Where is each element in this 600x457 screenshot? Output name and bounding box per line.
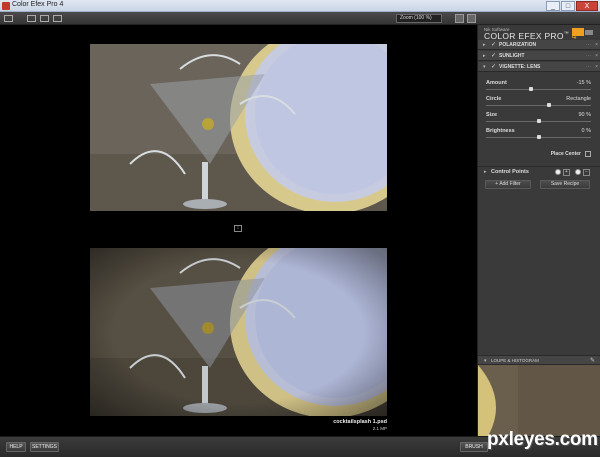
param-size: Size 90 % [478,112,600,128]
maximize-button[interactable]: □ [561,1,575,11]
add-filter-button[interactable]: + Add Filter [485,180,531,189]
filter-remove-icon[interactable]: × [595,64,598,70]
chevron-down-icon[interactable]: ▾ [483,64,486,70]
preview-image-before [90,44,387,211]
compare-swap-icon[interactable]: ↕ [234,225,242,232]
place-center-label: Place Center [550,151,581,157]
checkmark-icon[interactable]: ✓ [491,41,496,48]
brightness-slider-thumb[interactable] [536,135,541,139]
app-icon [2,2,10,10]
chevron-right-icon[interactable]: ▸ [483,53,486,59]
help-button[interactable]: HELP [6,442,26,452]
top-toolbar: Zoom (100 %) [0,12,600,25]
split-view-icon[interactable] [40,15,49,22]
chevron-right-icon[interactable]: ▸ [483,42,486,48]
minimize-button[interactable]: _ [546,1,560,11]
close-button[interactable]: X [576,1,598,11]
shape-slider-track[interactable] [486,105,591,106]
filter-remove-icon[interactable]: × [595,42,598,48]
filter-header-polarization[interactable]: ▸ ✓ POLARIZATION ⋯ × [478,40,600,50]
single-view-icon[interactable] [27,15,36,22]
filter-options-icon[interactable]: ⋯ [586,42,591,48]
file-size: 2.1 MP [372,426,387,431]
place-center[interactable]: Place Center [478,151,600,160]
target-icon[interactable] [585,151,591,157]
size-slider-thumb[interactable] [536,119,541,123]
preview-image-after [90,248,387,416]
title-bar: Color Efex Pro 4 _ □ X [0,0,600,12]
browse-icon[interactable] [4,15,13,22]
param-label: Amount [486,80,507,86]
filter-panel: Nik Software COLOR EFEX PRO™ 4 ▸ ✓ POLAR… [477,25,600,436]
pin-icon[interactable]: ✎ [590,357,595,364]
param-label: Brightness [486,128,515,134]
param-label-right: Rectangle [566,96,591,102]
param-label-left: Circle [486,96,502,102]
window-title: Color Efex Pro 4 [12,1,64,8]
add-control-point-positive-icon[interactable] [555,169,561,175]
settings-button[interactable]: SETTINGS [30,442,59,452]
filter-name: POLARIZATION [499,42,537,48]
save-recipe-button[interactable]: Save Recipe [540,180,590,189]
param-value: 90 % [578,112,591,118]
folder-icon[interactable] [572,27,594,37]
param-brightness: Brightness 0 % [478,128,600,144]
watermark-text: pxleyes.com [487,429,598,450]
side-by-side-view-icon[interactable] [53,15,62,22]
amount-slider-track[interactable] [486,89,591,90]
preview-area: ↕ cocktailsplash 1.psd 2.1 MP [0,25,477,436]
add-plus-icon[interactable]: + [563,169,570,176]
loupe-label: LOUPE & HISTOGRAM [491,358,539,363]
background-color-icon[interactable] [455,14,464,23]
filter-header-sunlight[interactable]: ▸ ✓ SUNLIGHT ⋯ × [478,51,600,61]
filter-options-icon[interactable]: ⋯ [586,64,591,70]
brush-button[interactable]: BRUSH [460,442,488,452]
loupe-header[interactable]: ▾ LOUPE & HISTOGRAM ✎ [478,355,600,365]
loupe-view [478,365,600,436]
param-label: Size [486,112,498,118]
checkmark-icon[interactable]: ✓ [491,63,496,70]
filter-header-vignette-lens[interactable]: ▾ ✓ VIGNETTE: LENS ⋯ × [478,62,600,72]
zoom-select[interactable]: Zoom (100 %) [396,14,442,23]
amount-slider-thumb[interactable] [529,87,534,91]
add-control-point-negative-icon[interactable] [575,169,581,175]
control-points-row: ▸ Control Points + − [478,166,600,176]
minus-icon[interactable]: − [583,169,590,176]
filter-remove-icon[interactable]: × [595,53,598,59]
app-window: Color Efex Pro 4 _ □ X Zoom (100 %) ↕ co… [0,0,600,457]
window-controls: _ □ X [546,1,598,11]
loupe-toggle-icon[interactable] [467,14,476,23]
brand-trademark: ™ [563,31,570,37]
checkmark-icon[interactable]: ✓ [491,52,496,59]
param-amount: Amount -15 % [478,80,600,96]
filter-name: SUNLIGHT [499,53,525,59]
chevron-down-icon[interactable]: ▾ [484,358,487,364]
file-name: cocktailsplash 1.psd [333,419,387,425]
chevron-right-icon[interactable]: ▸ [484,169,487,175]
filter-options-icon[interactable]: ⋯ [586,53,591,59]
shape-slider-thumb[interactable] [547,103,551,107]
filter-name: VIGNETTE: LENS [499,64,541,70]
param-value: 0 % [581,128,591,134]
control-points-label: Control Points [491,169,529,175]
param-value: -15 % [576,80,591,86]
param-shape: Circle Rectangle [478,96,600,112]
